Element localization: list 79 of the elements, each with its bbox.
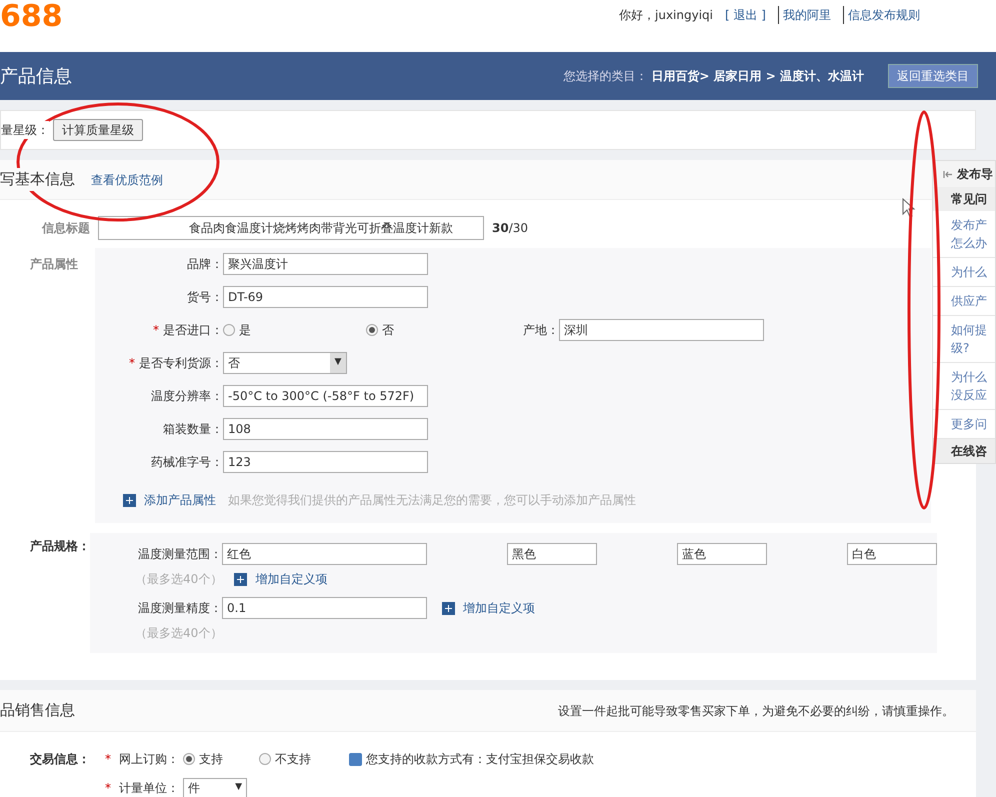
input-field[interactable]: 聚兴温度计 (223, 252, 428, 274)
spec-label: 温度测量精度： (137, 600, 222, 617)
example-link[interactable]: 查看优质范例 (91, 170, 163, 188)
input-field[interactable]: 黑色 (507, 543, 597, 565)
header-link[interactable]: 我的阿里 (778, 6, 835, 24)
plus-icon (442, 602, 455, 614)
radio-label: 否 (382, 322, 394, 338)
help-link[interactable]: 为什么 (933, 258, 995, 287)
help-link[interactable]: 如何提级? (933, 316, 995, 363)
category-label: 您选择的类目： (563, 68, 648, 85)
help-link[interactable]: 发布产怎么办 (933, 211, 995, 258)
title-input-field[interactable]: 食品肉食温度计烧烤烤肉带背光可折叠温度计新款 (98, 216, 484, 240)
attribute-label: 货号： (187, 288, 223, 306)
page-title: 产品信息 (0, 64, 72, 88)
input-field[interactable]: 深圳 (559, 318, 764, 340)
input-field[interactable]: 白色 (847, 543, 937, 565)
input-field[interactable]: 红色 (222, 543, 427, 565)
radio-label: 是 (239, 322, 251, 338)
input-field[interactable]: 123 (223, 450, 428, 472)
dropdown-caret: ▼ (330, 352, 346, 372)
help-link[interactable]: 供应产 (933, 287, 995, 316)
limit-note: （最多选40个） (135, 571, 222, 588)
dropdown-caret: ▼ (235, 781, 242, 794)
title-label: 信息标题 (40, 220, 90, 237)
radio-label: 不支持 (275, 751, 311, 768)
greeting-text: 你好，juxingyiqi (619, 7, 713, 24)
calculate-quality-button[interactable]: 计算质量星级 (53, 119, 143, 141)
logo: 688 (0, 0, 63, 34)
add-attribute-hint: 如果您觉得我们提供的产品属性无法满足您的需要，您可以手动添加产品属性 (228, 492, 636, 509)
attribute-label: 温度分辨率： (151, 388, 223, 404)
plus-icon (234, 572, 248, 586)
input-field[interactable]: 0.1 (222, 597, 427, 619)
limit-note: （最多选40个） (135, 625, 222, 642)
character-count: 30/30 (492, 220, 528, 237)
attribute-label: 是否专利货源： (139, 354, 223, 372)
input-field[interactable]: DT-69 (223, 286, 428, 308)
sidebar-heading: 常见问 (933, 187, 995, 211)
add-link[interactable]: 添加产品属性 (144, 491, 216, 509)
input-field[interactable]: -50°C to 300°C (-58°F to 572F) (223, 384, 428, 406)
header-link[interactable]: 信息发布规则 (843, 6, 924, 24)
trade-label: 交易信息： (29, 751, 91, 768)
radio-button[interactable] (259, 753, 271, 765)
required-mark: * (105, 751, 111, 768)
required-mark: * (153, 322, 159, 338)
input-field[interactable]: 108 (223, 418, 428, 440)
payment-note: 您支持的收款方式有：支付宝担保交易收款 (366, 751, 594, 768)
spec-label: 温度测量范围： (137, 546, 222, 563)
select-field[interactable]: 否 ▼ (223, 352, 347, 374)
radio-button[interactable] (183, 753, 195, 765)
unit-select-field[interactable]: 件 ▼ (183, 778, 247, 797)
help-link[interactable]: 为什么没反应 (933, 363, 995, 410)
section-heading: 品销售信息 (0, 700, 75, 722)
exit-arrow-icon (943, 170, 953, 178)
attribute-label: 品牌： (187, 256, 223, 272)
required-mark: * (129, 354, 135, 372)
reselect-category-button[interactable]: 返回重选类目 (888, 64, 978, 88)
attribute-label: 箱装数量： (163, 420, 223, 438)
section-heading: 写基本信息 (0, 168, 75, 191)
radio-label: 支持 (199, 751, 223, 768)
radio-button[interactable] (366, 324, 378, 336)
attribute-label: 药械准字号： (151, 454, 223, 470)
sidebar-footer: 在线咨 (933, 439, 995, 463)
add-link[interactable]: 增加自定义项 (463, 599, 535, 617)
plus-icon (123, 494, 136, 506)
sales-notice: 设置一件起批可能导致零售买家下单，为避免不必要的纠纷，请慎重操作。 (558, 702, 954, 720)
attributes-label: 产品属性 (30, 256, 78, 273)
required-mark: * (105, 780, 111, 797)
online-order-label: 网上订购： (119, 751, 179, 768)
header-link[interactable]: [ 退出 ] (721, 6, 770, 24)
sidebar-title: 发布导 (957, 166, 993, 183)
unit-label: 计量单位： (119, 780, 179, 797)
specs-label: 产品规格： (29, 538, 90, 555)
input-field[interactable]: 蓝色 (677, 543, 767, 565)
add-link[interactable]: 增加自定义项 (255, 570, 328, 588)
radio-button[interactable] (223, 324, 235, 336)
attribute-label: 是否进口： (163, 322, 223, 338)
quality-label: 量星级： (1, 121, 49, 139)
category-path: 日用百货> 居家日用 > 温度计、水温计 (651, 68, 864, 85)
attribute-label: 产地： (522, 322, 559, 338)
